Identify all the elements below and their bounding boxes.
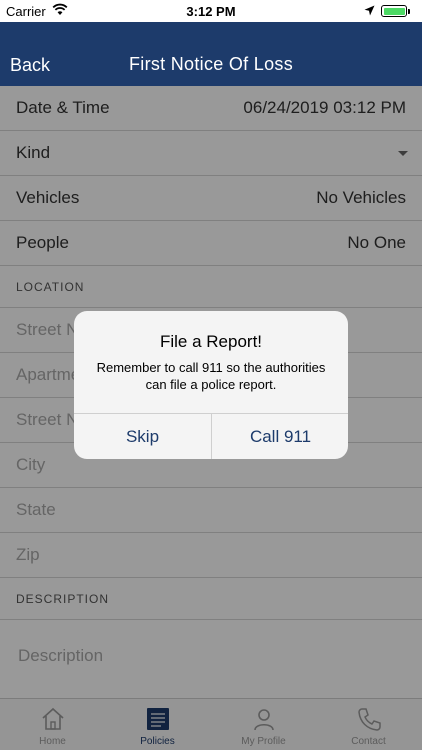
file-report-alert: File a Report! Remember to call 911 so t… (74, 311, 348, 459)
battery-tip (408, 9, 410, 14)
status-time: 3:12 PM (186, 4, 236, 19)
alert-message: Remember to call 911 so the authorities … (96, 360, 326, 392)
page-title: First Notice Of Loss (128, 54, 294, 74)
battery-icon (381, 5, 407, 17)
call-911-button[interactable]: Call 911 (212, 414, 348, 459)
nav-bar: Back First Notice Of Loss (0, 22, 422, 86)
skip-button[interactable]: Skip (74, 414, 211, 459)
status-bar: Carrier 3:12 PM (0, 0, 422, 22)
location-arrow-icon (364, 4, 375, 19)
alert-title: File a Report! (159, 332, 263, 351)
